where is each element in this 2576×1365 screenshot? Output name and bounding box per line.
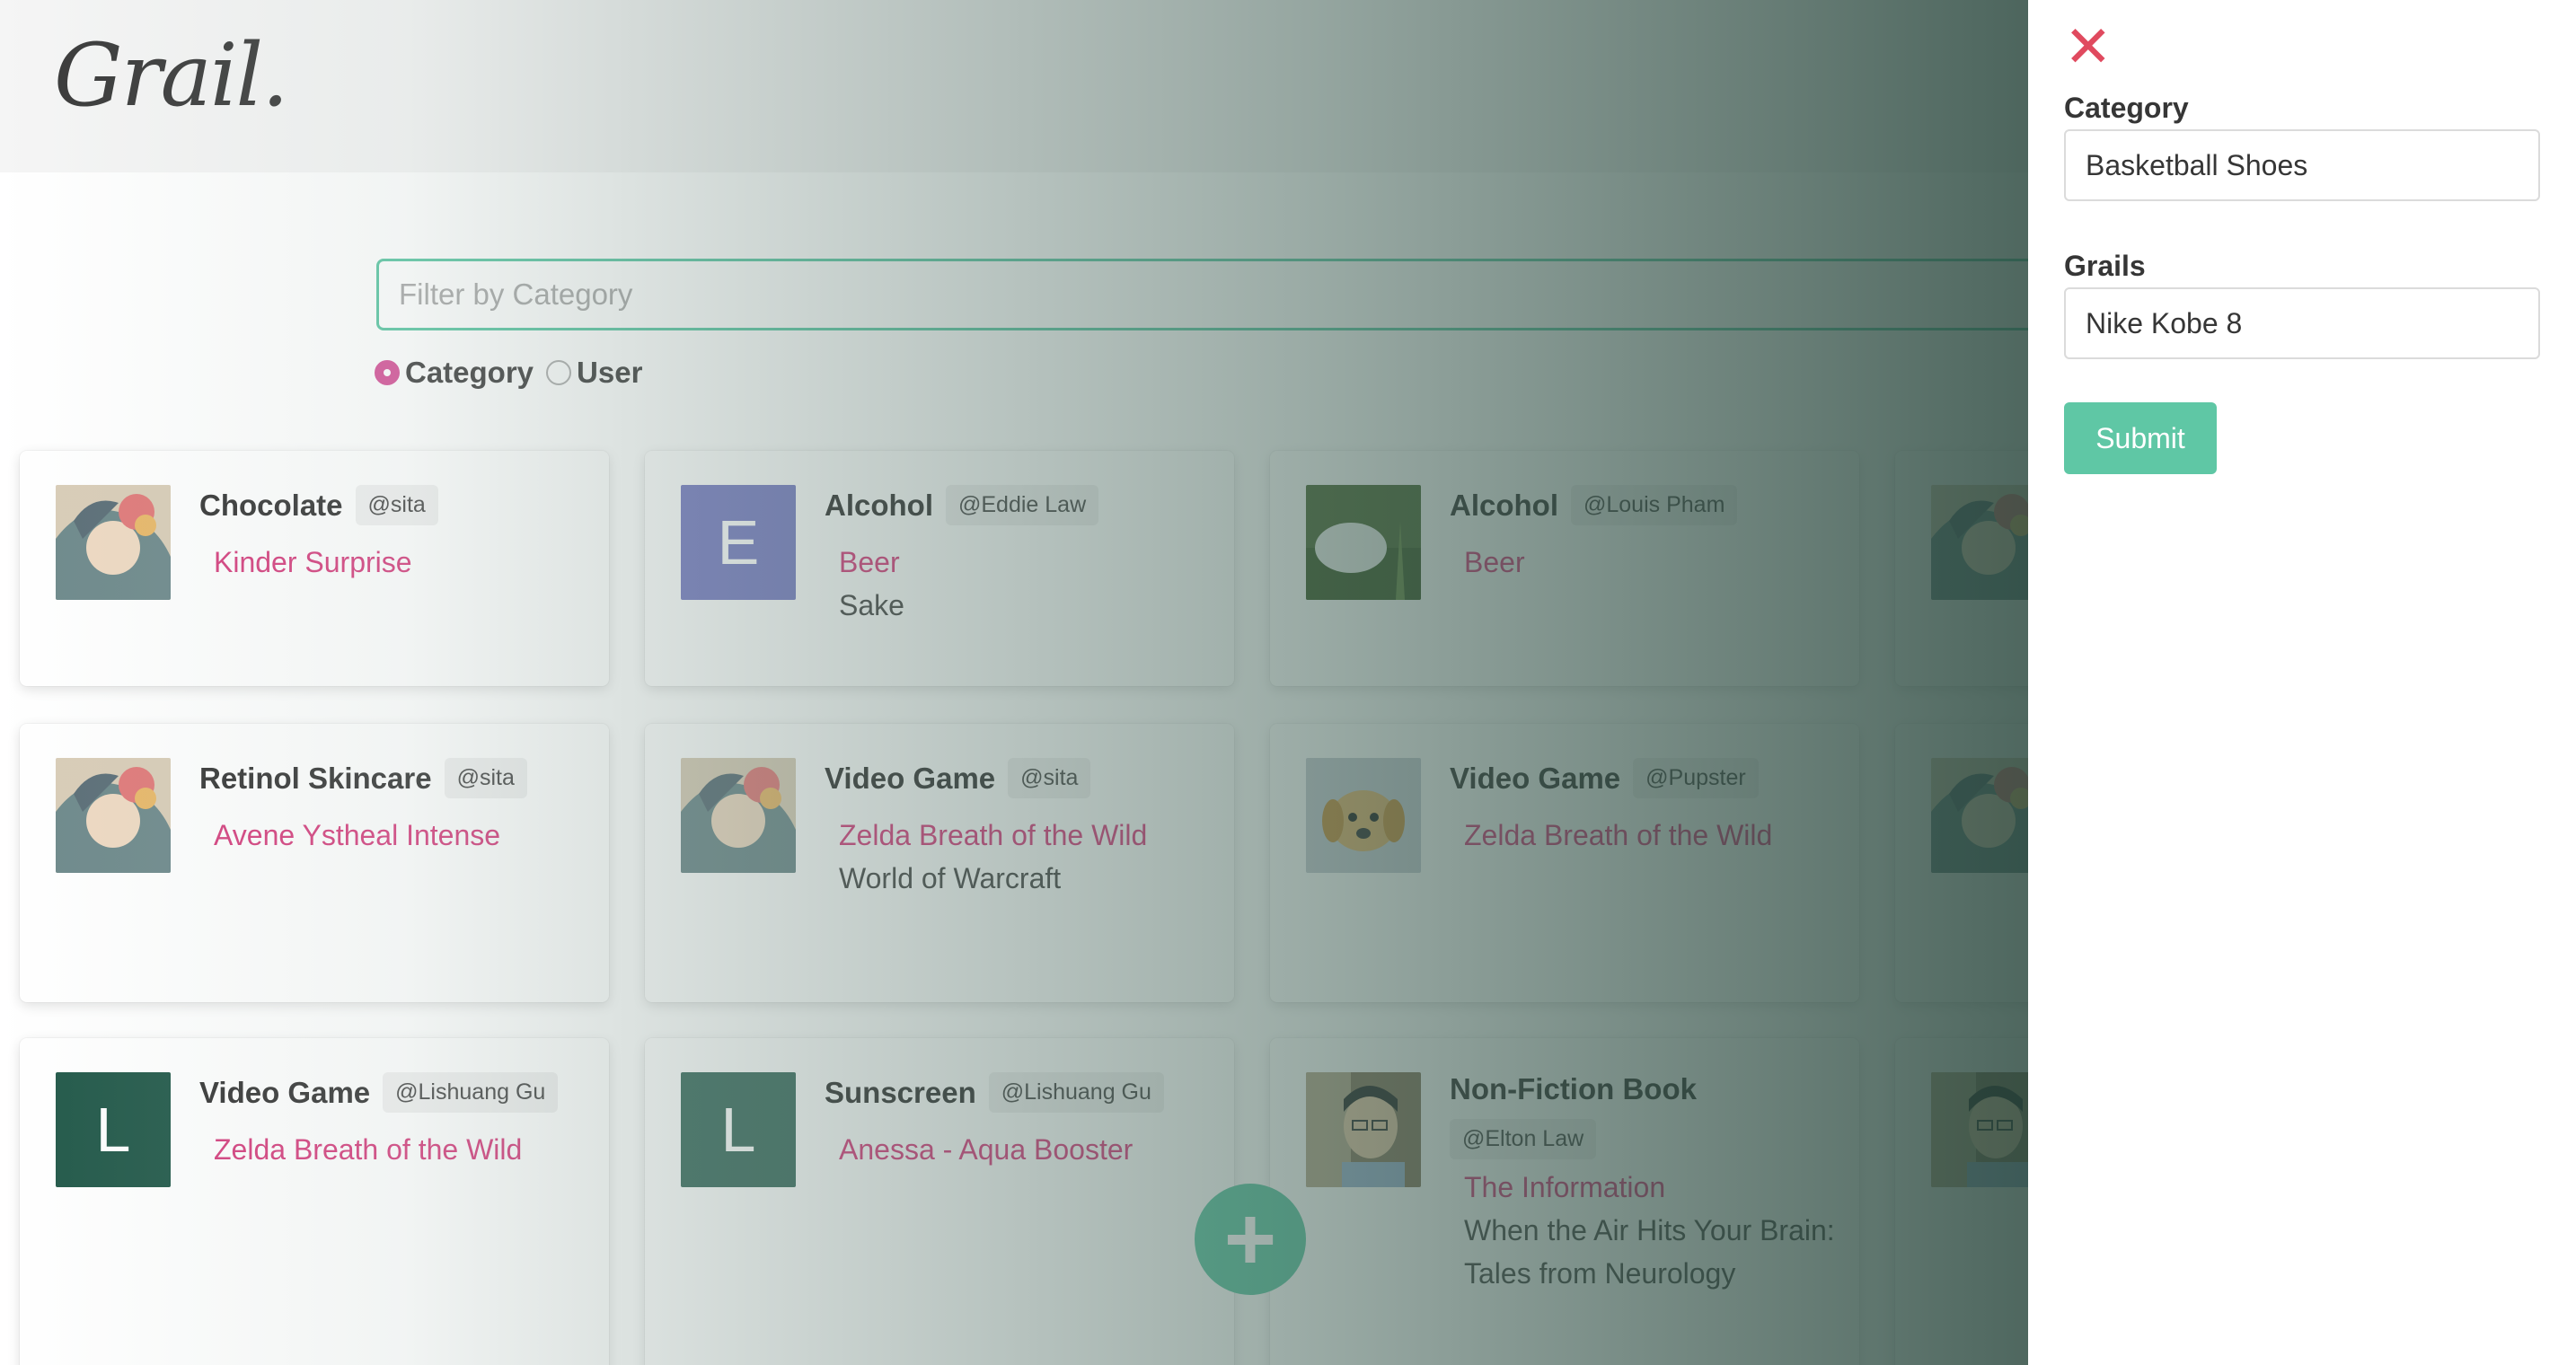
submit-button[interactable]: Submit [2064,402,2217,474]
user-tag[interactable]: @Pupster [1633,758,1759,798]
card-category: Retinol Skincare [199,761,432,795]
grail-card[interactable]: Non-Fiction Book @Elton Law The Informatio… [1270,1038,1859,1365]
card-header: Video Game @sita [825,758,1211,798]
card-header: Retinol Skincare @sita [199,758,586,798]
radio-user-dot[interactable] [546,360,572,385]
card-header: Alcohol @Louis Pham [1450,485,1836,525]
user-tag[interactable]: @Louis Pham [1571,485,1738,525]
avatar-initial: L [95,1095,131,1165]
user-tag[interactable]: @Lishuang Gu [988,1072,1164,1113]
illustrated-woman-avatar [56,485,171,600]
user-tag[interactable]: @Elton Law [1450,1119,1597,1159]
card-header: Non-Fiction Book @Elton Law [1450,1072,1836,1159]
man-photo-avatar [1306,1072,1421,1187]
grail-card[interactable]: Chocolate @sita Kinder Surprise [20,451,609,686]
grail-item: Kinder Surprise [214,546,412,578]
card-category: Alcohol [825,488,933,522]
grails-input-value: Nike Kobe 8 [2086,306,2243,339]
grail-item: The Information [1464,1171,1666,1203]
card-category: Video Game [825,761,996,795]
grail-item: Beer [839,546,900,578]
grail-item: World of Warcraft [839,862,1062,894]
logo[interactable]: Grail. [54,25,289,126]
grails-input[interactable]: Nike Kobe 8 [2064,287,2540,359]
grail-item: Zelda Breath of the Wild [214,1133,523,1166]
radio-category-label: Category [405,356,534,389]
grail-items: Zelda Breath of the Wild World of Warcraf… [839,814,1216,900]
grail-card[interactable]: E Alcohol @Eddie Law Beer Sake [645,451,1234,686]
card-category: Chocolate [199,488,343,522]
grail-items: Kinder Surprise [214,541,591,584]
card-category: Video Game [199,1075,371,1109]
grail-item: Beer [1464,546,1525,578]
add-grail-button[interactable]: + [1195,1184,1306,1295]
radio-category[interactable]: Category [375,356,534,390]
grail-item: Zelda Breath of the Wild [839,819,1148,851]
card-header: Chocolate @sita [199,485,586,525]
card-header: Video Game @Pupster [1450,758,1836,798]
grail-items: Zelda Breath of the Wild [1464,814,1841,857]
grails-label: Grails [2064,250,2146,282]
avatar-letter: L [56,1072,171,1187]
user-tag[interactable]: @sita [355,485,438,525]
grail-card[interactable]: Alcohol @Louis Pham Beer [1270,451,1859,686]
radio-user-label: User [577,356,643,389]
grail-items: The Information When the Air Hits Your Br… [1464,1166,1841,1295]
side-panel: ✕ Category Basketball Shoes Grails Nike … [2028,0,2576,1365]
grail-card[interactable]: Video Game @Pupster Zelda Breath of the Wi… [1270,724,1859,1002]
grail-card[interactable]: Retinol Skincare @sita Avene Ystheal Inten… [20,724,609,1002]
card-category: Alcohol [1450,488,1558,522]
card-header: Alcohol @Eddie Law [825,485,1211,525]
radio-user[interactable]: User [546,356,642,390]
close-icon[interactable]: ✕ [2064,18,2113,75]
user-tag[interactable]: @Eddie Law [946,485,1099,525]
grail-item: Sake [839,589,904,621]
filter-type-radios: Category User [375,356,642,390]
user-tag[interactable]: @sita [444,758,527,798]
card-category: Non-Fiction Book [1450,1072,1697,1105]
avatar-initial: E [717,507,760,577]
category-label: Category [2064,92,2189,124]
avatar-letter: E [681,485,796,600]
grail-items: Beer [1464,541,1841,584]
grail-item: Avene Ystheal Intense [214,819,501,851]
card-category: Sunscreen [825,1075,976,1109]
avatar-initial: L [720,1095,756,1165]
user-tag[interactable]: @sita [1008,758,1091,798]
plus-icon: + [1223,1189,1277,1290]
grail-items: Anessa - Aqua Booster [839,1128,1216,1171]
avatar-letter: L [681,1072,796,1187]
grail-items: Zelda Breath of the Wild [214,1128,591,1171]
grail-items: Avene Ystheal Intense [214,814,591,857]
category-input[interactable]: Basketball Shoes [2064,129,2540,201]
grail-card[interactable]: L Video Game @Lishuang Gu Zelda Breath of t… [20,1038,609,1365]
puppy-photo-avatar [1306,758,1421,873]
grail-item: When the Air Hits Your Brain: Tales from… [1464,1214,1835,1290]
illustrated-woman-avatar [56,758,171,873]
illustrated-woman-avatar [681,758,796,873]
nature-photo-avatar [1306,485,1421,600]
user-tag[interactable]: @Lishuang Gu [383,1072,559,1113]
grail-card[interactable]: Video Game @sita Zelda Breath of the Wild W… [645,724,1234,1002]
card-header: Video Game @Lishuang Gu [199,1072,586,1113]
card-header: Sunscreen @Lishuang Gu [825,1072,1211,1113]
card-category: Video Game [1450,761,1621,795]
grail-item: Anessa - Aqua Booster [839,1133,1134,1166]
grail-items: Beer Sake [839,541,1216,627]
grail-item: Zelda Breath of the Wild [1464,819,1773,851]
grail-card[interactable]: L Sunscreen @Lishuang Gu Anessa - Aqua Boos… [645,1038,1234,1365]
radio-category-dot[interactable] [375,360,400,385]
category-input-value: Basketball Shoes [2086,148,2308,181]
